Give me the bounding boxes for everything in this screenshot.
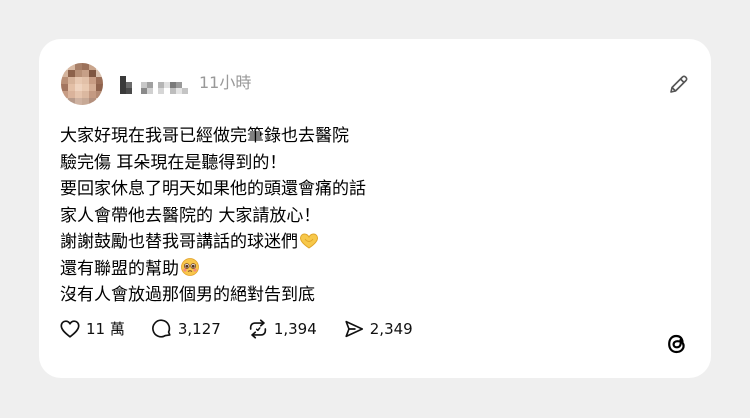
comment-button[interactable]: 3,127 (151, 318, 221, 340)
post-line: 還有聯盟的幫助 (60, 256, 680, 283)
post-line: 家人會帶他去醫院的 大家請放心！ (60, 203, 680, 230)
post-line-text: 還有聯盟的幫助 (60, 258, 179, 279)
share-button[interactable]: 2,349 (343, 318, 413, 340)
heart-hands-emoji-icon (299, 233, 319, 249)
like-button[interactable]: 11 萬 (59, 318, 125, 340)
post-line-text: 家人會帶他去醫院的 大家請放心！ (60, 205, 321, 226)
post-line-text: 沒有人會放過那個男的絕對告到底 (60, 285, 315, 305)
edit-button[interactable] (667, 72, 691, 96)
post-line: 謝謝鼓勵也替我哥講話的球迷們 (60, 229, 680, 256)
pixelated-avatar-image (61, 63, 103, 105)
post-line-text: 大家好現在我哥已經做完筆錄也去醫院 (60, 126, 349, 146)
post-line: 沒有人會放過那個男的絕對告到底 (60, 282, 680, 309)
post-line: 驗完傷 耳朵現在是聽得到的！ (60, 150, 680, 177)
page-background: 11小時 大家好現在我哥已經做完筆錄也去醫院 驗完傷 耳朵現在是聽得到的！ 要回… (0, 0, 750, 418)
avatar[interactable] (61, 63, 103, 105)
pleading-face-emoji-icon (181, 257, 199, 276)
comment-count: 3,127 (177, 320, 221, 338)
threads-logo-icon (668, 334, 685, 354)
post-actions: 11 萬 3,127 1,394 2,349 (59, 317, 439, 341)
speech-bubble-icon (151, 319, 171, 338)
like-count: 11 萬 (86, 320, 125, 338)
post-timestamp: 11小時 (199, 73, 252, 92)
send-icon (345, 320, 363, 338)
repost-icon (249, 319, 266, 339)
post-text: 大家好現在我哥已經做完筆錄也去醫院 驗完傷 耳朵現在是聽得到的！ 要回家休息了明… (60, 123, 680, 309)
post-line: 要回家休息了明天如果他的頭還會痛的話 (60, 176, 680, 203)
pencil-icon (670, 75, 688, 93)
post-line-text: 驗完傷 耳朵現在是聽得到的！ (60, 152, 287, 173)
heart-icon (60, 320, 80, 338)
repost-button[interactable]: 1,394 (247, 318, 317, 340)
post-line-text: 要回家休息了明天如果他的頭還會痛的話 (60, 179, 366, 199)
post-card: 11小時 大家好現在我哥已經做完筆錄也去醫院 驗完傷 耳朵現在是聽得到的！ 要回… (39, 39, 711, 378)
threads-logo[interactable] (663, 330, 691, 358)
share-count: 2,349 (369, 320, 413, 338)
post-line-text: 謝謝鼓勵也替我哥講話的球迷們 (60, 232, 298, 252)
post-line: 大家好現在我哥已經做完筆錄也去醫院 (60, 123, 680, 150)
repost-count: 1,394 (273, 320, 317, 338)
